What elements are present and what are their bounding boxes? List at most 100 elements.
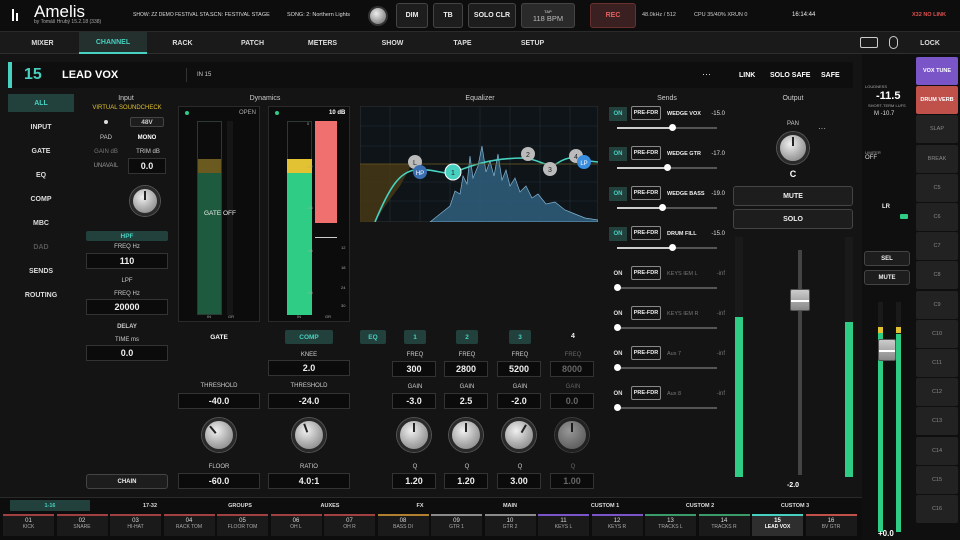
gate-threshold-field[interactable]: -40.0 [178, 393, 260, 409]
eq-band-4-freq[interactable]: 8000 [550, 361, 594, 377]
send-4-slider-handle[interactable] [669, 244, 676, 251]
eq-band-3-q-knob[interactable] [502, 418, 536, 452]
trim-knob[interactable] [130, 186, 160, 216]
fx-channel-break[interactable]: BREAK [916, 144, 958, 173]
send-7-slider[interactable] [614, 364, 717, 371]
nav-eq[interactable]: EQ [8, 166, 74, 184]
send-5-on-button[interactable]: ON [609, 267, 627, 281]
fx-channel-c5[interactable]: C5 [916, 173, 958, 202]
send-3-slider-handle[interactable] [659, 204, 666, 211]
send-5-slider-handle[interactable] [614, 284, 621, 291]
tab-rack[interactable]: RACK [160, 32, 205, 54]
fx-channel-c9[interactable]: C9 [916, 290, 958, 319]
fx-channel-c11[interactable]: C11 [916, 349, 958, 377]
send-3-prefdr-button[interactable]: PRE-FDR [631, 186, 661, 200]
bank-tab-17-32[interactable]: 17-32 [110, 500, 190, 511]
send-4-on-button[interactable]: ON [609, 227, 627, 241]
bank-channel-14[interactable]: 14 TRACKS R [698, 514, 750, 536]
comp-threshold-field[interactable]: -24.0 [268, 393, 350, 409]
mono-toggle[interactable]: MONO [134, 135, 160, 141]
eq-enable-button[interactable]: EQ [360, 330, 386, 344]
eq-band-1-q[interactable]: 1.20 [392, 473, 436, 489]
eq-band-1-q-knob[interactable] [397, 418, 431, 452]
nav-gate[interactable]: GATE [8, 142, 74, 160]
eq-graph[interactable]: L HP 1 2 3 4 LP [360, 106, 598, 222]
bank-tab-custom-3[interactable]: CUSTOM 3 [755, 500, 835, 511]
hpf-button[interactable]: HPF [86, 231, 168, 241]
tab-meters[interactable]: METERS [300, 32, 345, 54]
fader-handle[interactable] [790, 288, 810, 311]
eq-band-3-button[interactable]: 3 [509, 330, 531, 344]
fx-channel-c13[interactable]: C13 [916, 407, 958, 436]
send-3-slider[interactable] [617, 204, 717, 211]
nav-sends[interactable]: SENDS [8, 262, 74, 280]
tab-patch[interactable]: PATCH [230, 32, 275, 54]
talkback-button[interactable]: TB [433, 3, 463, 28]
nav-comp[interactable]: COMP [8, 190, 74, 208]
fx-channel-c8[interactable]: C8 [916, 261, 958, 290]
delay-time-field[interactable]: 0.0 [86, 345, 168, 361]
bank-tab-custom-2[interactable]: CUSTOM 2 [660, 500, 740, 511]
solo-safe-button[interactable]: SOLO SAFE [770, 72, 810, 79]
nav-dad[interactable]: DAD [8, 238, 74, 256]
link-button[interactable]: LINK [739, 72, 755, 79]
tab-tape[interactable]: TAPE [440, 32, 485, 54]
eq-band-4-gain[interactable]: 0.0 [550, 393, 594, 409]
send-2-on-button[interactable]: ON [609, 147, 627, 161]
main-fader-handle[interactable] [878, 339, 896, 361]
eq-band-2-q-knob[interactable] [449, 418, 483, 452]
send-5-slider[interactable] [614, 284, 717, 291]
bank-channel-13[interactable]: 13 TRACKS L [645, 514, 696, 536]
trim-field[interactable]: 0.0 [128, 158, 166, 174]
polarity-icon[interactable] [104, 120, 108, 124]
main-sel-button[interactable]: SEL [864, 251, 910, 266]
bank-tab-fx[interactable]: FX [380, 500, 460, 511]
keyboard-icon[interactable] [860, 37, 878, 48]
safe-button[interactable]: SAFE [821, 72, 840, 79]
scene-name[interactable]: SCN: FESTIVAL STAGE [210, 12, 270, 18]
eq-band-1-button[interactable]: 1 [404, 330, 426, 344]
show-name[interactable]: SHOW: ZZ DEMO FESTIVAL STA... [133, 12, 213, 18]
bank-tab-auxes[interactable]: AUXES [290, 500, 370, 511]
fx-channel-c7[interactable]: C7 [916, 232, 958, 261]
bank-tab-main[interactable]: MAIN [470, 500, 550, 511]
bank-channel-11[interactable]: 11 KEYS L [538, 514, 589, 536]
bank-tab-custom-1[interactable]: CUSTOM 1 [565, 500, 645, 511]
solo-clear-button[interactable]: SOLO CLR [468, 3, 516, 28]
fx-channel-c16[interactable]: C16 [916, 495, 958, 523]
input-source[interactable]: IN 15 [197, 72, 211, 78]
tab-channel[interactable]: CHANNEL [79, 32, 147, 54]
bank-channel-08[interactable]: 08 BASS DI [377, 514, 429, 536]
eq-band-2-q[interactable]: 1.20 [444, 473, 488, 489]
knee-field[interactable]: 2.0 [268, 360, 350, 376]
fx-channel-c15[interactable]: C15 [916, 465, 958, 494]
phantom-48v-button[interactable]: 48V [130, 117, 164, 127]
fx-channel-slap[interactable]: SLAP [916, 115, 958, 144]
eq-band-1-gain[interactable]: -3.0 [392, 393, 436, 409]
send-5-prefdr-button[interactable]: PRE-FDR [631, 266, 661, 280]
tab-mixer[interactable]: MIXER [20, 32, 65, 54]
bank-channel-16[interactable]: 16 BV GTR [805, 514, 857, 536]
tap-tempo-button[interactable]: TAP 118 BPM [521, 3, 575, 28]
comp-ratio-knob[interactable] [292, 418, 326, 452]
bank-channel-09[interactable]: 09 GTR 1 [431, 514, 482, 536]
bank-tab-1-16[interactable]: 1-16 [10, 500, 90, 511]
send-6-slider-handle[interactable] [614, 324, 621, 331]
pan-knob[interactable] [777, 132, 809, 164]
lock-button[interactable]: LOCK [912, 32, 948, 54]
fx-channel-c10[interactable]: C10 [916, 319, 958, 348]
more-icon[interactable]: ··· [702, 69, 711, 79]
send-8-slider-handle[interactable] [614, 404, 621, 411]
eq-band-3-freq[interactable]: 5200 [497, 361, 541, 377]
bank-channel-02[interactable]: 02 SNARE [56, 514, 108, 536]
fx-channel-drum-verb[interactable]: DRUM VERB [916, 86, 958, 115]
gate-title[interactable]: GATE [178, 334, 260, 341]
main-mute-button[interactable]: MUTE [864, 270, 910, 285]
bank-channel-10[interactable]: 10 GTR 2 [484, 514, 536, 536]
record-button[interactable]: REC [590, 3, 636, 28]
bank-channel-05[interactable]: 05 FLOOR TOM [217, 514, 268, 536]
send-6-slider[interactable] [614, 324, 717, 331]
eq-band-2-button[interactable]: 2 [456, 330, 478, 344]
send-8-on-button[interactable]: ON [609, 387, 627, 401]
bank-channel-03[interactable]: 03 HI-HAT [110, 514, 161, 536]
